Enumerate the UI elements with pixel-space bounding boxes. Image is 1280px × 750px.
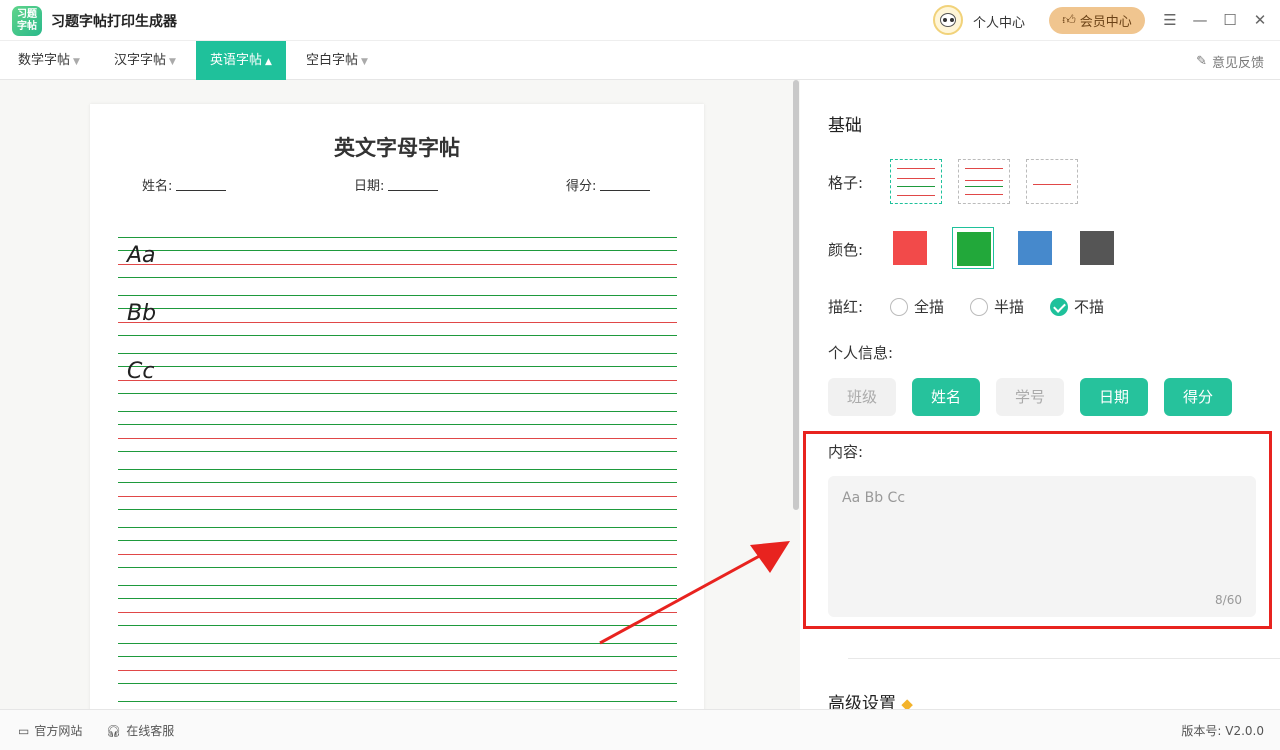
info-label: 个人信息: xyxy=(828,344,894,362)
edit-icon: ✎ xyxy=(1196,54,1207,69)
chip-name[interactable]: 姓名 xyxy=(912,378,980,416)
trace-label: 描红: xyxy=(828,298,864,316)
chip-date[interactable]: 日期 xyxy=(1080,378,1148,416)
writing-line xyxy=(118,438,677,439)
writing-line xyxy=(118,308,677,309)
writing-line xyxy=(118,277,677,278)
name-field: 姓名: xyxy=(142,175,227,194)
writing-line xyxy=(118,683,677,684)
headset-icon: 🎧︎ xyxy=(106,723,122,738)
writing-line xyxy=(118,264,677,265)
highlight-box xyxy=(803,431,1272,629)
writing-line xyxy=(118,380,677,381)
writing-line xyxy=(118,295,677,296)
writing-line xyxy=(118,237,677,238)
chip-class[interactable]: 班级 xyxy=(828,378,896,416)
chip-score[interactable]: 得分 xyxy=(1164,378,1232,416)
color-option-gray[interactable] xyxy=(1076,227,1118,269)
title-bar: 习题 字帖 习题字帖打印生成器 个人中心 👍︎ 会员中心 ☰ — ☐ ✕ xyxy=(0,0,1280,41)
basic-section-title: 基础 xyxy=(828,116,862,136)
writing-line xyxy=(118,424,677,425)
writing-line xyxy=(118,393,677,394)
avatar[interactable] xyxy=(933,5,963,35)
writing-line xyxy=(118,451,677,452)
color-label: 颜色: xyxy=(828,241,864,259)
writing-line xyxy=(118,469,677,470)
caret-down-icon: ▼ xyxy=(169,57,176,67)
writing-line xyxy=(118,509,677,510)
app-logo: 习题 字帖 xyxy=(12,6,42,36)
monitor-icon: ▭ xyxy=(18,723,30,738)
writing-line xyxy=(118,366,677,367)
writing-line xyxy=(118,353,677,354)
letter-cc: Cc xyxy=(127,359,155,384)
feedback-label: 意见反馈 xyxy=(1211,56,1264,71)
vip-center-label: 会员中心 xyxy=(1079,15,1132,30)
writing-line xyxy=(118,335,677,336)
writing-line xyxy=(118,527,677,528)
app-title: 习题字帖打印生成器 xyxy=(51,14,177,30)
chip-student-id[interactable]: 学号 xyxy=(996,378,1064,416)
panda-icon xyxy=(940,13,956,27)
close-icon[interactable]: ✕ xyxy=(1250,10,1270,30)
grid-option-four-line[interactable] xyxy=(890,159,942,204)
color-option-green[interactable] xyxy=(952,227,994,269)
menu-icon[interactable]: ☰ xyxy=(1160,10,1180,30)
grid-option-single-line[interactable] xyxy=(1026,159,1078,204)
caret-down-icon: ▼ xyxy=(361,57,368,67)
trace-option-none[interactable]: 不描 xyxy=(1050,296,1104,317)
logo-text-bottom: 字帖 xyxy=(17,21,37,32)
color-option-red[interactable] xyxy=(889,227,931,269)
grid-label: 格子: xyxy=(828,174,864,192)
trace-option-half[interactable]: 半描 xyxy=(970,296,1024,317)
writing-line xyxy=(118,482,677,483)
divider xyxy=(848,658,1280,659)
version-label: 版本号: V2.0.0 xyxy=(1181,724,1264,738)
user-center-link[interactable]: 个人中心 xyxy=(973,12,1025,31)
preview-scrollbar[interactable] xyxy=(793,80,799,510)
tab-bar: 数学字帖 ▼ 汉字字帖 ▼ 英语字帖 ▲ 空白字帖 ▼ ✎ 意见反馈 xyxy=(0,41,1280,80)
writing-line xyxy=(118,250,677,251)
vip-center-button[interactable]: 👍︎ 会员中心 xyxy=(1049,7,1145,34)
logo-text-top: 习题 xyxy=(17,9,37,20)
minimize-icon[interactable]: — xyxy=(1190,10,1210,30)
thumbs-up-icon: 👍︎ xyxy=(1062,13,1076,28)
writing-line xyxy=(118,670,677,671)
feedback-button[interactable]: ✎ 意见反馈 xyxy=(1196,52,1264,71)
website-link[interactable]: ▭ 官方网站 xyxy=(18,722,82,739)
tab-english[interactable]: 英语字帖 ▲ xyxy=(196,41,286,80)
trace-option-full[interactable]: 全描 xyxy=(890,296,944,317)
writing-line xyxy=(118,701,677,702)
status-bar: ▭ 官方网站 🎧︎ 在线客服 版本号: V2.0.0 xyxy=(0,709,1280,750)
score-field: 得分: xyxy=(566,175,651,194)
writing-line xyxy=(118,656,677,657)
writing-line xyxy=(118,411,677,412)
letter-bb: Bb xyxy=(127,301,157,326)
tab-chinese[interactable]: 汉字字帖 ▼ xyxy=(100,41,190,80)
maximize-icon[interactable]: ☐ xyxy=(1220,10,1240,30)
writing-line xyxy=(118,496,677,497)
annotation-arrow xyxy=(599,541,790,645)
caret-down-icon: ▼ xyxy=(73,57,80,67)
tab-blank[interactable]: 空白字帖 ▼ xyxy=(292,41,382,80)
tab-math[interactable]: 数学字帖 ▼ xyxy=(4,41,94,80)
color-option-blue[interactable] xyxy=(1014,227,1056,269)
worksheet-title: 英文字母字帖 xyxy=(334,136,460,160)
date-field: 日期: xyxy=(354,175,439,194)
letter-aa: Aa xyxy=(127,243,156,268)
writing-line xyxy=(118,322,677,323)
support-link[interactable]: 🎧︎ 在线客服 xyxy=(106,722,174,739)
caret-up-icon: ▲ xyxy=(265,57,272,67)
check-icon xyxy=(1050,297,1068,316)
grid-option-three-line[interactable] xyxy=(958,159,1010,204)
